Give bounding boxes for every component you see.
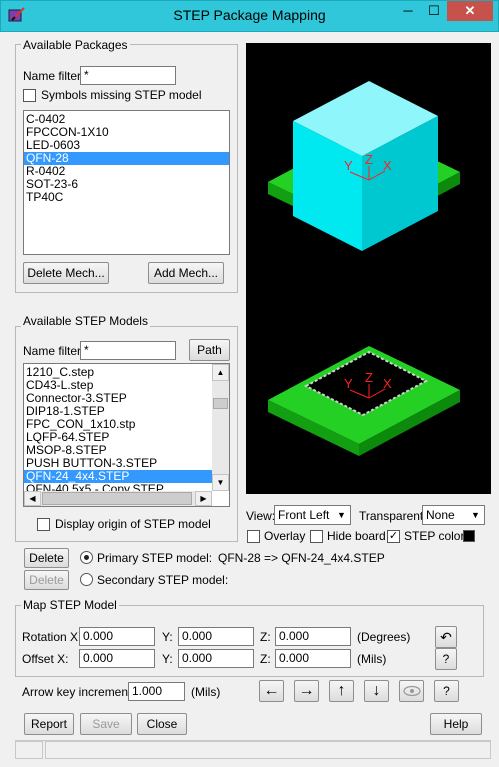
svg-text:Y: Y: [344, 376, 353, 391]
offset-z-label: Z:: [260, 652, 271, 666]
arrow-down-icon[interactable]: ↓: [364, 680, 389, 702]
overlay-checkbox[interactable]: [247, 530, 260, 543]
package-name-filter-input[interactable]: *: [80, 66, 176, 85]
eye-view-icon[interactable]: [399, 680, 424, 702]
help-icon[interactable]: ?: [435, 648, 457, 670]
rotation-z-input[interactable]: 0.000: [275, 627, 351, 646]
view-select-value: Front Left: [278, 508, 330, 522]
chevron-down-icon: ▼: [337, 510, 346, 520]
secondary-delete-button[interactable]: Delete: [24, 570, 69, 590]
hide-board-checkbox[interactable]: [310, 530, 323, 543]
step-3d-viewport[interactable]: Z Y X Z Y X: [246, 43, 491, 494]
step-name-filter-label: Name filter:: [23, 344, 85, 358]
symbols-missing-label: Symbols missing STEP model: [41, 88, 202, 102]
list-item[interactable]: QFN-40 5x5 - Copy.STEP: [24, 483, 212, 492]
report-button[interactable]: Report: [24, 713, 74, 735]
axis-label-z: Z: [365, 152, 373, 167]
arrow-right-icon[interactable]: →: [294, 680, 319, 702]
rotate-icon[interactable]: ↶: [435, 626, 457, 648]
package-list[interactable]: C-0402 FPCCON-1X10 LED-0603 QFN-28 R-040…: [23, 110, 230, 255]
axis-label-y: Y: [344, 158, 353, 173]
scroll-thumb-horizontal[interactable]: [42, 492, 192, 505]
scroll-up-button[interactable]: ▲: [212, 364, 229, 381]
overlay-label: Overlay: [264, 529, 306, 543]
rotation-z-label: Z:: [260, 630, 271, 644]
step-list-horizontal-scrollbar[interactable]: ◀ ▶: [24, 491, 212, 506]
display-origin-checkbox[interactable]: [37, 518, 50, 531]
axis-label-x: X: [383, 158, 392, 173]
view-select[interactable]: Front Left ▼: [274, 505, 351, 525]
list-item[interactable]: TP40C: [24, 191, 229, 204]
save-button[interactable]: Save: [80, 713, 132, 735]
offset-y-input[interactable]: 0.000: [178, 649, 254, 668]
add-mech-button[interactable]: Add Mech...: [148, 262, 224, 284]
close-button[interactable]: Close: [137, 713, 187, 735]
offset-x-input[interactable]: 0.000: [79, 649, 155, 668]
scroll-thumb[interactable]: [213, 398, 228, 409]
status-cell-1: [15, 741, 43, 759]
arrow-key-increment-label: Arrow key increment:: [22, 685, 135, 699]
offset-x-label: Offset X:: [22, 652, 69, 666]
svg-text:X: X: [383, 376, 392, 391]
arrow-help-button[interactable]: ?: [434, 680, 459, 702]
maximize-button[interactable]: ☐: [421, 1, 447, 21]
step-model-list[interactable]: 1210_C.step CD43-L.step Connector-3.STEP…: [23, 363, 230, 507]
eye-icon: [402, 685, 421, 697]
primary-step-model-radio[interactable]: [80, 551, 93, 564]
transparent-select[interactable]: None ▼: [422, 505, 485, 525]
step-list-vertical-scrollbar[interactable]: ▲ ▼: [212, 364, 229, 491]
arrow-key-increment-input[interactable]: 1.000: [128, 682, 185, 701]
arrow-key-units-label: (Mils): [191, 685, 221, 699]
rotation-y-label: Y:: [162, 630, 173, 644]
primary-step-model-value: QFN-28 => QFN-24_4x4.STEP: [218, 551, 385, 565]
step-name-filter-input[interactable]: *: [80, 341, 176, 360]
secondary-step-model-label: Secondary STEP model:: [97, 573, 229, 587]
map-step-model-label: Map STEP Model: [21, 598, 119, 612]
offset-y-label: Y:: [162, 652, 173, 666]
svg-text:Z: Z: [365, 370, 373, 385]
available-step-models-label: Available STEP Models: [21, 314, 150, 328]
offset-units-label: (Mils): [357, 652, 387, 666]
available-packages-label: Available Packages: [21, 38, 130, 52]
path-button[interactable]: Path: [189, 339, 230, 361]
transparent-label: Transparent:: [359, 509, 427, 523]
display-origin-label: Display origin of STEP model: [55, 517, 211, 531]
symbols-missing-checkbox[interactable]: [23, 89, 36, 102]
arrow-up-icon[interactable]: ↑: [329, 680, 354, 702]
step-color-checkbox[interactable]: ✓: [387, 530, 400, 543]
secondary-step-model-radio[interactable]: [80, 573, 93, 586]
step-color-label: STEP color: [404, 529, 465, 543]
chevron-down-icon: ▼: [471, 510, 480, 520]
step-color-swatch[interactable]: [463, 530, 475, 542]
minimize-button[interactable]: ─: [395, 1, 421, 21]
rotation-units-label: (Degrees): [357, 630, 411, 644]
rotation-x-label: Rotation X:: [22, 630, 82, 644]
arrow-left-icon[interactable]: ←: [259, 680, 284, 702]
delete-mech-button[interactable]: Delete Mech...: [23, 262, 109, 284]
scroll-right-button[interactable]: ▶: [195, 491, 212, 506]
view-label: View:: [246, 509, 276, 523]
close-window-button[interactable]: ✕: [447, 1, 493, 21]
rotation-x-input[interactable]: 0.000: [79, 627, 155, 646]
scroll-down-button[interactable]: ▼: [212, 474, 229, 491]
rotation-y-input[interactable]: 0.000: [178, 627, 254, 646]
primary-delete-button[interactable]: Delete: [24, 548, 69, 568]
offset-z-input[interactable]: 0.000: [275, 649, 351, 668]
help-button[interactable]: Help: [430, 713, 482, 735]
transparent-select-value: None: [426, 508, 455, 522]
package-name-filter-label: Name filter:: [23, 69, 85, 83]
hide-board-label: Hide board: [327, 529, 386, 543]
primary-step-model-label: Primary STEP model:: [97, 551, 213, 565]
scroll-left-button[interactable]: ◀: [24, 491, 41, 506]
status-cell-2: [45, 741, 491, 759]
